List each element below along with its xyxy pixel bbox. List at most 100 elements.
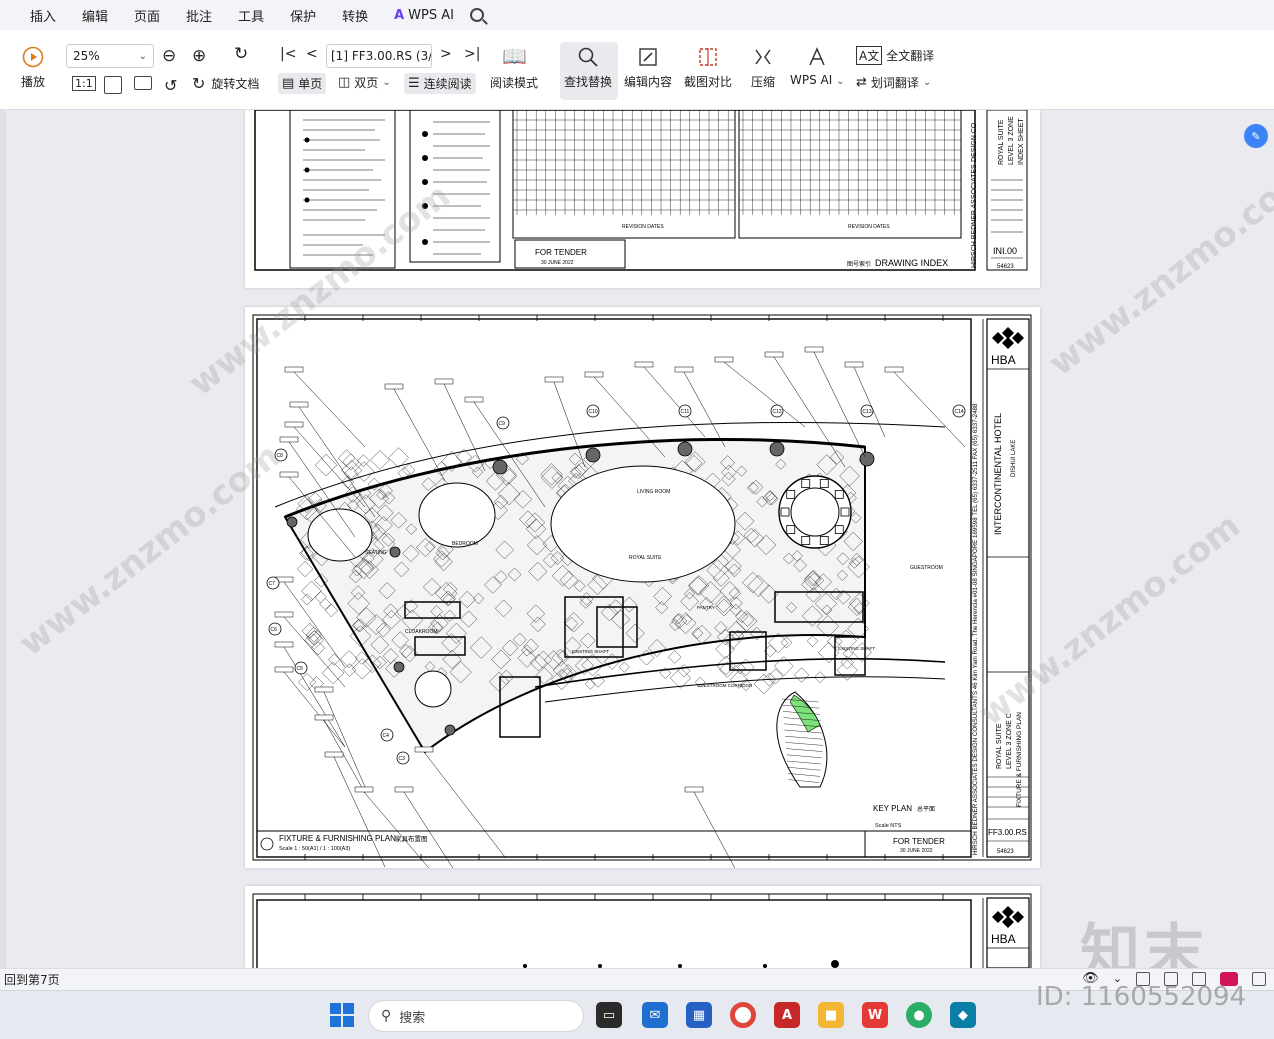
callout-tag [804,346,824,353]
callout-tag [314,686,334,693]
wechat-icon[interactable]: ● [906,1002,932,1028]
sketchup-icon[interactable]: ◆ [950,1002,976,1028]
plan-scale: Scale 1 : 50(A1) / 1 : 100(A3) [279,846,350,852]
rotate-page-icon[interactable]: ↻ [234,44,248,64]
key-plan-title: KEY PLAN [873,804,912,813]
callout-tag [674,366,694,373]
desktop-app-icon[interactable]: ▭ [596,1002,622,1028]
grid-bubble-label: C9 [499,421,506,427]
zoom-in-icon[interactable]: ⊕ [192,46,206,66]
grid-bubble-label: C4 [383,733,390,739]
status-back-to-page[interactable]: 回到第7页 [4,971,60,988]
room-label-shaft-1: EXISTING SHAFT [572,649,609,654]
zoom-out-icon[interactable]: ⊖ [162,46,176,66]
grid-bubble-label: C13 [863,409,872,415]
callout-tag [464,396,484,403]
word-translate-icon: ⇄ [856,75,867,90]
sheet1-project-no: 54623 [997,264,1014,270]
wps-icon[interactable]: W [862,1002,888,1028]
actual-size-icon[interactable]: 1:1 [72,76,96,91]
menu-annotate[interactable]: 批注 [186,6,212,25]
menu-wps-ai[interactable]: A WPS AI [394,8,454,23]
callout-tag [274,611,294,618]
play-icon [20,44,46,70]
taskbar-search-input[interactable]: ⚲ 搜索 [368,1000,584,1032]
sheet-drawing-index: FOR TENDER 30 JUNE 2022 REVISION DATES R… [245,110,1040,288]
edit-content-button[interactable]: 编辑内容 [624,44,672,90]
rotate-document-button[interactable]: ↻ 旋转文档 [192,74,259,93]
prev-page-icon[interactable]: < [306,46,318,62]
sheet2-title-1: ROYAL SUITE [996,723,1003,769]
sheet1-revision-dates-2: REVISION DATES [848,224,890,230]
fullscreen-icon[interactable] [1252,971,1266,986]
grid-bubble-label: C14 [955,409,964,415]
room-label-seating: SEATING [365,550,387,556]
room-label-cloakroom: CLOAKROOM [405,629,438,635]
key-plan-scale: Scale NTS [875,823,902,829]
chrome-icon[interactable] [730,1002,756,1028]
callout-tag [714,356,734,363]
document-viewport[interactable]: ✎ FOR TENDER 30 JUNE 2022 REVISION DATES… [0,110,1274,968]
word-translate-button[interactable]: ⇄ 划词翻译 ⌄ [856,74,931,91]
dining-chair [786,525,796,535]
fit-width-icon[interactable] [134,76,152,90]
wps-ai-tool-icon [804,44,830,70]
last-page-icon[interactable]: >| [464,46,480,62]
floating-assistant-icon[interactable]: ✎ [1244,124,1268,148]
taskbar-search-label: 搜索 [399,1010,426,1026]
word-translate-label: 划词翻译 [870,76,919,90]
chevron-down-icon: ⌄ [138,50,147,62]
magnifier-icon [575,44,601,70]
menu-insert[interactable]: 插入 [30,6,56,25]
continuous-read-button[interactable]: ☰ 连续阅读 [404,73,476,94]
dining-chair [801,536,811,545]
wps-ai-icon: A [394,7,405,23]
sheet-furnishing-plan: C9 C10 C11 C12 C13 C14 C8 C7 C6 C5 C4 C3 LIVING ROO… [245,307,1040,868]
play-button[interactable]: 播放 [20,44,46,90]
dining-chair [801,479,811,488]
menu-edit[interactable]: 编辑 [82,6,108,25]
sheet1-date: 30 JUNE 2022 [541,260,574,266]
sheet-next-page: HBA [245,886,1040,968]
callout-tag [584,371,604,378]
menu-convert[interactable]: 转换 [342,6,368,25]
menu-page[interactable]: 页面 [134,6,160,25]
find-replace-button[interactable]: 查找替换 [564,44,612,90]
zoom-select[interactable]: 25% ⌄ [66,44,154,68]
fit-page-icon[interactable] [104,76,122,94]
callout-tag [279,436,299,443]
rotate-left-icon[interactable]: ↺ [164,76,177,95]
search-icon[interactable] [469,8,484,22]
windows-start-icon[interactable] [330,1003,354,1027]
callout-tag [684,786,704,793]
hba-logo-icon-2 [992,906,1024,928]
read-mode-button[interactable]: 阅读模式 [490,74,538,91]
menu-tools[interactable]: 工具 [238,6,264,25]
next-page-icon[interactable]: > [440,46,452,62]
single-page-button[interactable]: ▤ 单页 [278,73,327,94]
autocad-icon[interactable]: A [774,1002,800,1028]
store-icon[interactable]: ▦ [686,1002,712,1028]
grid-bubble-label: C8 [277,453,284,459]
file-explorer-icon[interactable]: ■ [818,1002,844,1028]
room-label-pantry: PANTRY [697,605,715,610]
callout-tag [384,383,404,390]
menu-bar: 插入 编辑 页面 批注 工具 保护 转换 A WPS AI [0,0,1274,30]
wps-ai-button[interactable]: WPS AI ⌄ [790,44,845,87]
full-translate-button[interactable]: A文 全文翻译 [856,46,934,65]
callout-tag [434,378,454,385]
compare-button[interactable]: 截图对比 [684,44,732,90]
read-book-icon[interactable]: 📖 [502,44,527,68]
page-number-input[interactable]: [1] FF3.00.RS (3/38 [326,44,432,68]
plan-title: FIXTURE & FURNISHING PLAN [279,834,396,843]
dining-chair [786,489,796,499]
sheet2-for-tender: FOR TENDER [893,837,945,846]
double-page-button[interactable]: ◫ 双页 ⌄ [338,74,391,91]
hotel-location: DISHUI LAKE [1011,440,1017,477]
sheet1-title-1: ROYAL SUITE [998,119,1005,165]
menu-protect[interactable]: 保护 [290,6,316,25]
mail-icon[interactable]: ✉ [642,1002,668,1028]
first-page-icon[interactable]: |< [280,46,296,62]
compare-label: 截图对比 [684,75,733,89]
compress-button[interactable]: 压缩 [750,44,776,90]
